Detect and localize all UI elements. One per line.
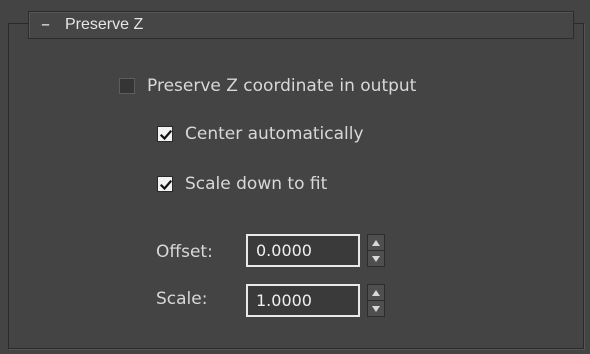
- preserve-z-checkbox[interactable]: [119, 78, 135, 94]
- center-automatically-option[interactable]: Center automatically: [157, 124, 364, 144]
- minus-icon[interactable]: –: [41, 16, 55, 34]
- preserve-z-panel: – Preserve Z Preserve Z coordinate in ou…: [0, 0, 590, 354]
- scale-down-to-fit-label: Scale down to fit: [185, 174, 328, 194]
- scale-input[interactable]: [246, 284, 360, 317]
- rollout-title: Preserve Z: [65, 16, 144, 33]
- scale-down-to-fit-option[interactable]: Scale down to fit: [157, 174, 327, 194]
- center-automatically-checkbox[interactable]: [157, 126, 173, 142]
- checkmark-icon: [159, 129, 173, 141]
- preserve-z-option[interactable]: Preserve Z coordinate in output: [119, 76, 416, 96]
- scale-down-to-fit-checkbox[interactable]: [157, 176, 173, 192]
- triangle-down-icon[interactable]: [368, 251, 384, 266]
- frame-divider-right: [574, 23, 584, 24]
- offset-input[interactable]: [246, 234, 360, 267]
- checkmark-icon: [159, 179, 173, 191]
- triangle-down-icon[interactable]: [368, 301, 384, 316]
- frame-divider-left: [8, 23, 28, 24]
- offset-label: Offset:: [156, 242, 213, 262]
- preserve-z-label: Preserve Z coordinate in output: [147, 76, 417, 96]
- offset-spinner[interactable]: [367, 234, 385, 267]
- rollout-header[interactable]: – Preserve Z: [28, 11, 574, 39]
- triangle-up-icon[interactable]: [368, 235, 384, 251]
- triangle-up-icon[interactable]: [368, 285, 384, 301]
- center-automatically-label: Center automatically: [185, 124, 364, 144]
- scale-label: Scale:: [156, 289, 208, 309]
- scale-spinner[interactable]: [367, 284, 385, 317]
